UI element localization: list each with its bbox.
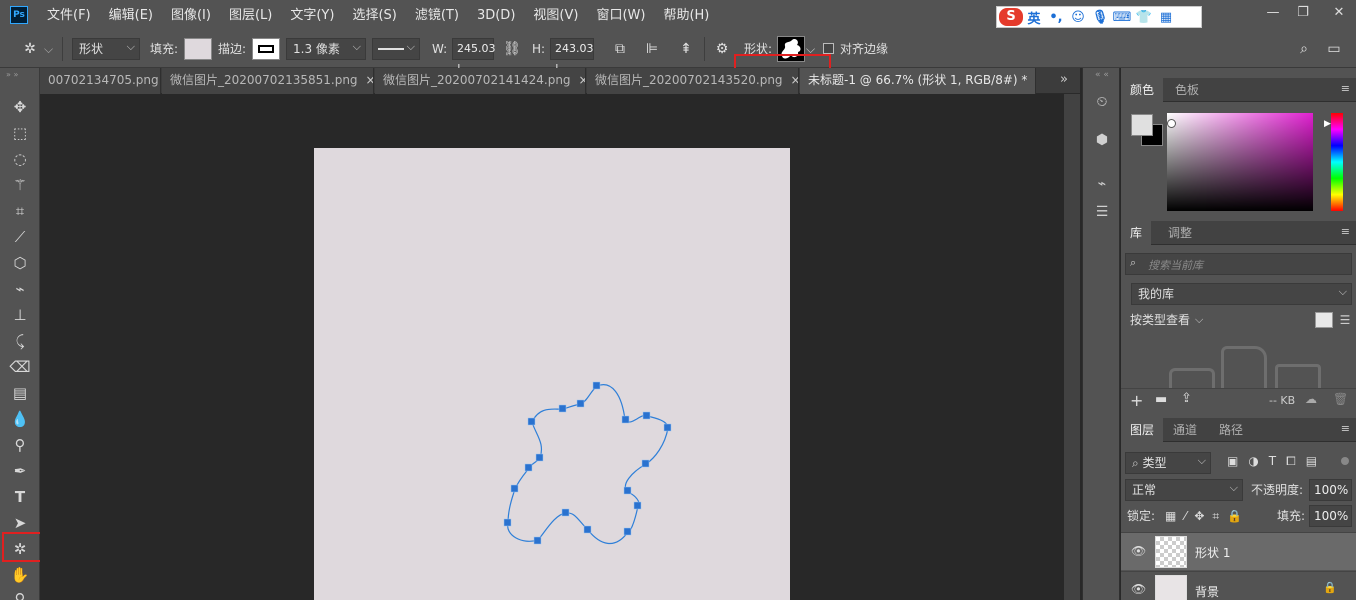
layers-panel-tabs: 图层 通道 路径 ≡ [1121, 418, 1356, 442]
layer-thumbnail [1155, 536, 1187, 568]
library-footer: + ▬ ⇪ -- KB ☁ 🗑 [1121, 388, 1356, 414]
tab-layers[interactable]: 图层 [1121, 418, 1164, 442]
search-icon: ⌕ [1130, 256, 1137, 269]
properties-icon[interactable]: ☰ [1092, 202, 1112, 222]
expand-panels-icon[interactable]: « « [1095, 70, 1109, 80]
color-panel-tabs: 颜色 色板 ≡ [1121, 78, 1356, 102]
tab-paths[interactable]: 路径 [1210, 418, 1252, 442]
layer-filter-label: 类型 [1142, 456, 1167, 470]
3d-icon[interactable]: ⬢ [1092, 130, 1112, 150]
tab-color[interactable]: 颜色 [1121, 78, 1164, 102]
trash-icon[interactable]: 🗑 [1333, 392, 1348, 406]
foreground-color-swatch[interactable] [1131, 114, 1153, 136]
collapsed-panels-strip: « « ⏲ ⬢ ⌁ ☰ [1082, 68, 1120, 600]
view-by-type-dropdown[interactable]: 按类型查看 [1130, 309, 1190, 331]
layer-name[interactable]: 形状 1 [1195, 544, 1230, 561]
layer-row[interactable]: 👁 背景 🔒 [1121, 571, 1356, 600]
tab-libraries[interactable]: 库 [1121, 221, 1152, 245]
layer-filter-icons[interactable]: ▣◑T⧠▤ [1227, 454, 1327, 469]
library-panel-tabs: 库 调整 ≡ [1121, 221, 1356, 245]
add-icon[interactable]: + [1130, 391, 1143, 410]
color-field[interactable] [1167, 113, 1313, 211]
grid-view-icon[interactable] [1315, 312, 1333, 328]
lock-icons[interactable]: ▦⁄✥⌗🔒 [1165, 505, 1250, 527]
fill-label: 填充: [1277, 509, 1306, 523]
hue-slider[interactable] [1331, 113, 1343, 211]
panel-menu-icon[interactable]: ≡ [1341, 82, 1350, 95]
right-panels: 颜色 色板 ≡ ▶ 库 调整 ≡ ⌕ 搜索当前库 我的库 按类型查看 ⌵ ☰ +… [1121, 68, 1356, 600]
path-anchor-points[interactable] [503, 381, 672, 545]
library-search-placeholder: 搜索当前库 [1148, 259, 1203, 272]
color-picker-handle[interactable] [1167, 119, 1176, 128]
list-view-icon[interactable]: ☰ [1337, 312, 1353, 328]
hue-slider-handle-icon[interactable]: ▶ [1324, 119, 1331, 129]
tab-channels[interactable]: 通道 [1164, 418, 1206, 442]
opacity-label: 不透明度: [1251, 483, 1304, 497]
cloud-sync-icon[interactable]: ☁ [1305, 392, 1317, 406]
eye-icon[interactable]: 👁 [1131, 544, 1146, 558]
upload-icon[interactable]: ⇪ [1181, 391, 1192, 406]
lock-icon: 🔒 [1323, 581, 1337, 594]
history-icon[interactable]: ⏲ [1092, 92, 1112, 112]
tab-swatches[interactable]: 色板 [1166, 78, 1208, 102]
brush-settings-icon[interactable]: ⌁ [1092, 174, 1112, 194]
blend-mode-dropdown[interactable]: 正常 [1125, 478, 1243, 501]
library-empty-document-icon [1221, 346, 1267, 394]
search-icon: ⌕ [1132, 456, 1143, 470]
eye-icon[interactable]: 👁 [1131, 582, 1146, 596]
opacity-input[interactable]: 100% [1309, 479, 1352, 501]
lock-label: 锁定: [1127, 509, 1156, 523]
vertical-scrollbar[interactable] [1064, 94, 1080, 600]
layer-name[interactable]: 背景 [1195, 583, 1219, 600]
library-search-input[interactable]: ⌕ 搜索当前库 [1125, 253, 1352, 275]
layer-filter-dropdown[interactable]: ⌕ 类型 [1125, 451, 1211, 474]
folder-icon[interactable]: ▬ [1155, 392, 1167, 407]
panel-menu-icon[interactable]: ≡ [1341, 225, 1350, 238]
library-size: -- KB [1269, 394, 1296, 407]
tab-adjustments[interactable]: 调整 [1159, 221, 1201, 245]
library-dropdown[interactable]: 我的库 [1131, 282, 1352, 305]
filter-toggle-icon[interactable] [1341, 457, 1349, 465]
layer-thumbnail [1155, 575, 1187, 600]
view-by-arrow-icon[interactable]: ⌵ [1195, 309, 1203, 331]
layer-row[interactable]: 👁 形状 1 [1121, 532, 1356, 570]
fill-input[interactable]: 100% [1309, 505, 1352, 527]
panel-menu-icon[interactable]: ≡ [1341, 422, 1350, 435]
